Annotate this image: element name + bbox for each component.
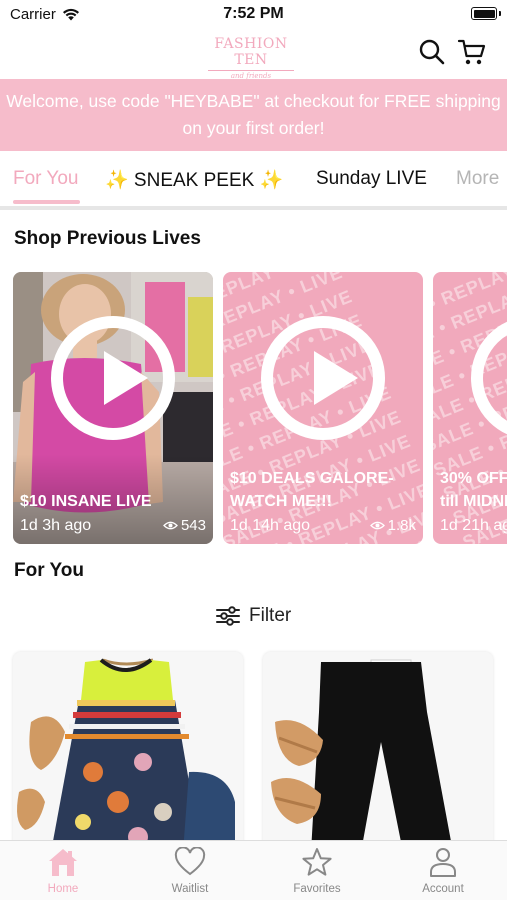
tab-for-you[interactable]: For You [13,168,79,190]
section-title-for-you: For You [14,560,85,581]
live-card[interactable]: $10 INSANE LIVE 1d 3h ago 543 [13,272,213,544]
cart-icon[interactable] [457,37,487,67]
live-card-time: 1d 14h ago [230,517,311,534]
live-card-views: 543 [163,517,206,534]
battery-icon [471,7,501,20]
nav-account-label: Account [422,883,464,895]
search-icon[interactable] [417,37,447,67]
live-card-title: 30% OFF [440,470,507,487]
live-card-title-line2: till MIDNIGHT [440,493,507,510]
status-bar: Carrier 7:52 PM [0,0,507,28]
nav-home-label: Home [47,883,79,895]
logo-text: FASHION TEN [214,36,288,68]
play-icon[interactable] [51,316,175,440]
view-count: 1.8k [387,517,416,534]
tab-sunday-live[interactable]: Sunday LIVE [316,168,427,190]
nav-waitlist-label: Waitlist [171,883,209,895]
nav-home[interactable]: Home [18,847,108,895]
live-card-time: 1d 21h ago [440,517,507,534]
nav-favorites[interactable]: Favorites [272,847,362,895]
filter-button[interactable]: Filter [216,605,291,627]
tab-sneak-peek[interactable]: ✨ SNEAK PEEK ✨ [105,168,283,192]
section-title-previous-lives: Shop Previous Lives [14,228,201,249]
tabs-divider [0,206,507,210]
product-image [13,652,243,852]
live-card-time: 1d 3h ago [20,517,92,534]
nav-waitlist[interactable]: Waitlist [145,847,235,895]
bottom-nav: Home Waitlist Favorites Account [0,840,507,900]
person-icon [430,848,456,877]
home-icon [49,849,77,876]
live-card[interactable]: SALE • REPLAY • LIVESALE • REPLAY • LIVE… [223,272,423,544]
live-card-views: 1.8k [369,517,416,534]
live-card-title-line2: WATCH ME!!! [230,493,332,510]
heart-icon [174,847,206,876]
product-card[interactable] [13,652,243,852]
nav-account[interactable]: Account [398,847,488,895]
app-screen: Carrier 7:52 PM FASHION TEN and friends [0,0,507,900]
app-header: FASHION TEN and friends [0,28,507,80]
product-card[interactable] [263,652,493,852]
eye-icon [369,521,385,530]
sliders-icon [216,606,240,626]
filter-label: Filter [249,605,292,626]
live-card[interactable]: SALE • REPLAY • LIVESALE • REPLAY • LIVE… [433,272,507,544]
live-card-title: $10 INSANE LIVE [20,493,152,510]
play-icon[interactable] [261,316,385,440]
star-icon [302,848,332,876]
tab-more[interactable]: More [456,168,507,190]
view-count: 543 [180,517,206,534]
live-card-title: $10 DEALS GALORE- [230,470,394,487]
product-image [263,652,493,852]
category-tabs: For You ✨ SNEAK PEEK ✨ Sunday LIVE More [0,151,507,209]
active-tab-indicator [13,200,80,204]
brand-logo[interactable]: FASHION TEN and friends [196,36,306,80]
nav-favorites-label: Favorites [293,883,341,895]
eye-icon [163,521,178,530]
promo-banner: Welcome, use code "HEYBABE" at checkout … [0,79,507,151]
status-time: 7:52 PM [223,5,284,22]
